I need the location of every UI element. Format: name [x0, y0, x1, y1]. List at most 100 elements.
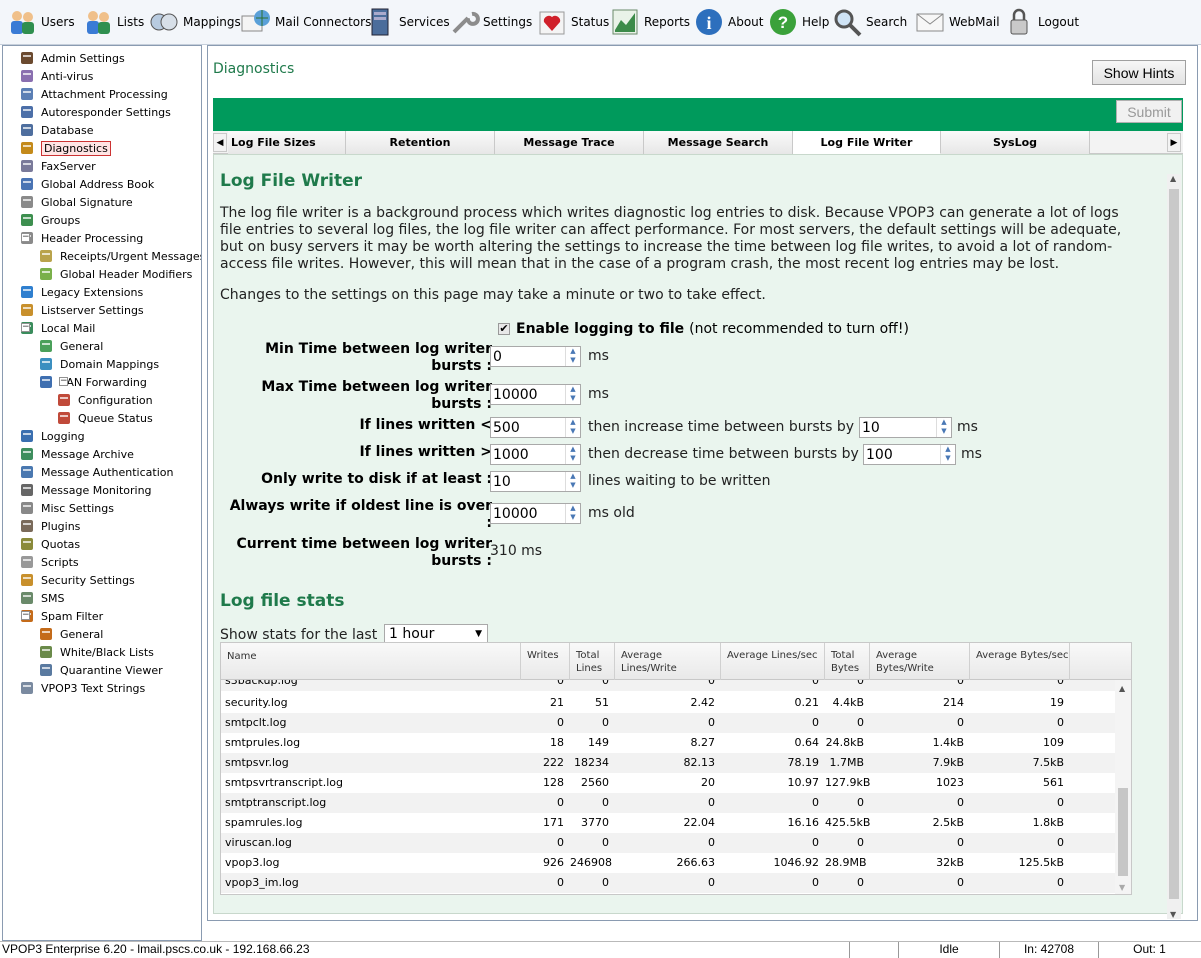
scroll-thumb[interactable] — [1118, 788, 1128, 876]
lines-less-spinner[interactable]: 500 ▲ ▼ — [490, 417, 581, 438]
table-row[interactable]: security.log 21 51 2.42 0.21 4.4kB 214 19 — [221, 693, 1115, 713]
sidebar-item-quarantine-viewer[interactable]: Quarantine Viewer — [38, 661, 163, 679]
sidebar-item-legacy-extensions[interactable]: Legacy Extensions — [19, 283, 143, 301]
toolbar-lists-button[interactable]: Lists — [82, 2, 144, 42]
table-row[interactable]: vpop3_im.log 0 0 0 0 0 0 0 — [221, 873, 1115, 893]
tab-message-search[interactable]: Message Search — [644, 131, 793, 154]
spinner-arrows-icon[interactable]: ▲ ▼ — [565, 385, 580, 404]
toolbar-webmail-button[interactable]: WebMail — [914, 2, 1000, 42]
sidebar-item-logging[interactable]: Logging — [19, 427, 85, 445]
sidebar-item-plugins[interactable]: Plugins — [19, 517, 80, 535]
toolbar-mappings-button[interactable]: Mappings — [148, 2, 241, 42]
tab-scroll-right-icon[interactable]: ▶ — [1167, 133, 1181, 152]
tab-log-file-writer[interactable]: Log File Writer — [793, 131, 941, 154]
tab-retention[interactable]: Retention — [346, 131, 495, 154]
panel-scrollbar[interactable]: ▲ ▼ — [1167, 174, 1181, 919]
sidebar-item-attachment-processing[interactable]: Attachment Processing — [19, 85, 168, 103]
toolbar-mailconnectors-button[interactable]: Mail Connectors — [240, 2, 371, 42]
sidebar-item-receipts-urgent-messages[interactable]: Receipts/Urgent Messages — [38, 247, 201, 265]
sidebar-item-header-processing[interactable]: Header Processing − — [19, 229, 143, 247]
lines-greater-spinner[interactable]: 1000 ▲ ▼ — [490, 444, 581, 465]
spinner-arrows-icon[interactable]: ▲ ▼ — [565, 445, 580, 464]
sidebar-item-queue-status[interactable]: Queue Status — [56, 409, 153, 427]
sidebar-item-vpop3-text-strings[interactable]: VPOP3 Text Strings — [19, 679, 145, 697]
collapse-icon[interactable]: − — [59, 377, 68, 386]
spinner-arrows-icon[interactable]: ▲ ▼ — [940, 445, 955, 464]
sidebar-item-message-authentication[interactable]: Message Authentication — [19, 463, 173, 481]
oldest-line-spinner[interactable]: 10000 ▲ ▼ — [490, 503, 581, 524]
column-header[interactable]: Average Bytes/sec — [970, 643, 1070, 680]
sidebar-item-quotas[interactable]: Quotas — [19, 535, 80, 553]
scroll-up-icon[interactable]: ▲ — [1170, 174, 1176, 183]
toolbar-logout-button[interactable]: Logout — [1003, 2, 1079, 42]
sidebar-item-global-header-modifiers[interactable]: Global Header Modifiers — [38, 265, 192, 283]
sidebar-item-sms[interactable]: SMS — [19, 589, 64, 607]
table-row[interactable]: vpop3.log 926 246908 266.63 1046.92 28.9MB 32k… — [221, 853, 1115, 873]
write-at-least-spinner[interactable]: 10 ▲ ▼ — [490, 471, 581, 492]
column-header[interactable]: Total Bytes — [825, 643, 870, 680]
sidebar-item-faxserver[interactable]: FaxServer — [19, 157, 96, 175]
sidebar-item-global-signature[interactable]: Global Signature — [19, 193, 133, 211]
sidebar-item-security-settings[interactable]: Security Settings — [19, 571, 135, 589]
table-row[interactable]: viruscan.log 0 0 0 0 0 0 0 — [221, 833, 1115, 853]
sidebar-item-configuration[interactable]: Configuration — [56, 391, 153, 409]
scroll-down-icon[interactable]: ▼ — [1119, 883, 1125, 892]
table-row[interactable]: smtprules.log 18 149 8.27 0.64 24.8kB 1.4kB 109 — [221, 733, 1115, 753]
column-header[interactable]: Writes — [521, 643, 570, 680]
toolbar-reports-button[interactable]: Reports — [609, 2, 690, 42]
sidebar-item-database[interactable]: Database — [19, 121, 94, 139]
toolbar-status-button[interactable]: Status — [536, 2, 609, 42]
sidebar-item-lan-forwarding[interactable]: LAN Forwarding − — [38, 373, 147, 391]
sidebar-item-misc-settings[interactable]: Misc Settings — [19, 499, 114, 517]
sidebar-item-listserver-settings[interactable]: Listserver Settings — [19, 301, 144, 319]
column-header[interactable]: Average Lines/Write — [615, 643, 721, 680]
tab-scroll-left-icon[interactable]: ◀ — [213, 133, 227, 152]
sidebar-item-groups[interactable]: Groups — [19, 211, 80, 229]
toolbar-search-button[interactable]: Search — [831, 2, 907, 42]
sidebar-item-scripts[interactable]: Scripts — [19, 553, 79, 571]
enable-logging-checkbox[interactable]: ✔ — [498, 323, 510, 335]
collapse-icon[interactable]: − — [21, 611, 30, 620]
sidebar-item-anti-virus[interactable]: Anti-virus — [19, 67, 93, 85]
submit-button[interactable]: Submit — [1116, 100, 1182, 123]
column-header[interactable]: Name — [221, 643, 521, 680]
sidebar-item-spam-filter[interactable]: Spam Filter − — [19, 607, 103, 625]
sidebar-item-message-monitoring[interactable]: Message Monitoring — [19, 481, 152, 499]
sidebar-item-domain-mappings[interactable]: Domain Mappings — [38, 355, 159, 373]
scroll-thumb[interactable] — [1169, 189, 1179, 899]
table-row[interactable]: smtpsvr.log 222 18234 82.13 78.19 1.7MB 7.9kB 7… — [221, 753, 1115, 773]
sidebar-item-general[interactable]: General — [38, 625, 103, 643]
column-header[interactable]: Total Lines — [570, 643, 615, 680]
toolbar-about-button[interactable]: i About — [693, 2, 763, 42]
tab-message-trace[interactable]: Message Trace — [495, 131, 644, 154]
sidebar-item-admin-settings[interactable]: Admin Settings — [19, 49, 125, 67]
toolbar-help-button[interactable]: ? Help — [767, 2, 829, 42]
tab-log-file-sizes[interactable]: Log File Sizes — [228, 131, 346, 154]
show-hints-button[interactable]: Show Hints — [1092, 60, 1186, 85]
table-row[interactable]: smtpclt.log 0 0 0 0 0 0 0 — [221, 713, 1115, 733]
tab-syslog[interactable]: SysLog — [941, 131, 1090, 154]
spinner-arrows-icon[interactable]: ▲ ▼ — [565, 472, 580, 491]
toolbar-settings-button[interactable]: Settings — [448, 2, 532, 42]
sidebar-item-message-archive[interactable]: Message Archive — [19, 445, 134, 463]
grid-scrollbar[interactable]: ▲ ▼ — [1115, 680, 1131, 894]
spinner-arrows-icon[interactable]: ▲ ▼ — [565, 347, 580, 366]
table-row[interactable]: smtpsvrtranscript.log 128 2560 20 10.97 127.9… — [221, 773, 1115, 793]
increase-by-spinner[interactable]: 10 ▲ ▼ — [859, 417, 952, 438]
spinner-arrows-icon[interactable]: ▲ ▼ — [565, 504, 580, 523]
decrease-by-spinner[interactable]: 100 ▲ ▼ — [863, 444, 956, 465]
sidebar-item-global-address-book[interactable]: Global Address Book — [19, 175, 154, 193]
sidebar-item-general[interactable]: General — [38, 337, 103, 355]
sidebar-item-diagnostics[interactable]: Diagnostics — [19, 139, 111, 157]
spinner-arrows-icon[interactable]: ▲ ▼ — [565, 418, 580, 437]
sidebar-item-local-mail[interactable]: Local Mail − — [19, 319, 95, 337]
max-time-spinner[interactable]: 10000 ▲ ▼ — [490, 384, 581, 405]
column-header[interactable]: Average Bytes/Write — [870, 643, 970, 680]
toolbar-users-button[interactable]: Users — [6, 2, 75, 42]
toolbar-services-button[interactable]: Services — [364, 2, 450, 42]
table-row[interactable]: smtptranscript.log 0 0 0 0 0 0 0 — [221, 793, 1115, 813]
collapse-icon[interactable]: − — [21, 323, 30, 332]
sidebar-item-white-black-lists[interactable]: White/Black Lists — [38, 643, 154, 661]
collapse-icon[interactable]: − — [21, 233, 30, 242]
sidebar-item-autoresponder-settings[interactable]: Autoresponder Settings — [19, 103, 171, 121]
